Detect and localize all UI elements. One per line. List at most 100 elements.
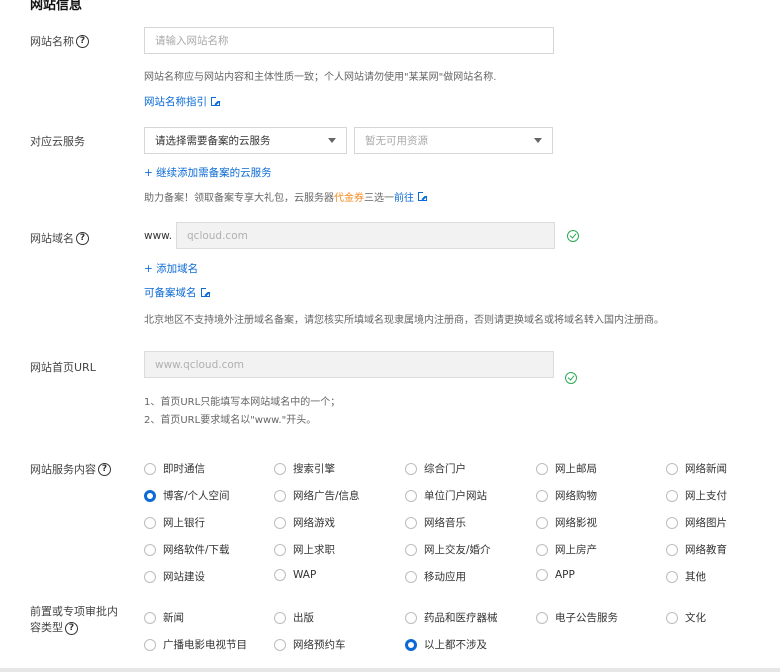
radio-option[interactable]: 单位门户网站	[405, 488, 487, 503]
radio-unchecked-icon[interactable]	[666, 570, 678, 583]
add-domain-link[interactable]: + 添加域名	[144, 261, 198, 276]
radio-option-label: 博客/个人空间	[163, 490, 230, 502]
check-circle-icon	[565, 372, 577, 384]
approval-label-line1: 前置或专项审批内	[30, 605, 118, 618]
homepage-input[interactable]: www.qcloud.com	[144, 351, 554, 378]
promo-highlight: 代金券	[334, 193, 364, 204]
radio-option-label: 网络新闻	[685, 463, 727, 475]
domain-input[interactable]: qcloud.com	[176, 222, 555, 249]
promo-line: 助力备案！领取备案专享大礼包，云服务器 代金券 三选一 前往	[144, 189, 428, 204]
radio-unchecked-icon[interactable]	[536, 543, 548, 556]
domain-input-value: qcloud.com	[187, 229, 248, 242]
radio-option-label: 综合门户	[424, 463, 466, 475]
radio-option-label: 以上都不涉及	[424, 639, 487, 651]
help-icon[interactable]: ?	[98, 462, 111, 476]
radio-unchecked-icon[interactable]	[274, 569, 286, 581]
domain-prefix: www.	[144, 230, 173, 242]
radio-option[interactable]: 文化	[666, 610, 706, 625]
radio-unchecked-icon[interactable]	[405, 570, 417, 583]
site-name-guide-link[interactable]: 网站名称指引	[144, 94, 221, 109]
radio-option[interactable]: APP	[536, 569, 575, 581]
external-link-icon[interactable]	[418, 191, 428, 201]
radio-option[interactable]: 搜索引擎	[274, 461, 335, 476]
cloud-service-select[interactable]: 请选择需要备案的云服务	[144, 127, 347, 154]
help-icon[interactable]: ?	[65, 621, 78, 635]
radio-unchecked-icon[interactable]	[536, 462, 548, 475]
radio-option[interactable]: 网上求职	[274, 542, 335, 557]
radio-option[interactable]: 网上银行	[144, 515, 205, 530]
promo-link[interactable]: 前往	[394, 189, 414, 204]
radio-option[interactable]: 广播电影电视节目	[144, 637, 247, 652]
radio-option[interactable]: 网络图片	[666, 515, 727, 530]
radio-unchecked-icon[interactable]	[536, 569, 548, 581]
radio-option[interactable]: 电子公告服务	[536, 610, 618, 625]
radio-option[interactable]: 网站建设	[144, 569, 205, 584]
site-name-placeholder: 请输入网站名称	[155, 35, 229, 47]
resource-select[interactable]: 暂无可用资源	[354, 127, 553, 154]
radio-unchecked-icon[interactable]	[144, 462, 156, 475]
radio-unchecked-icon[interactable]	[274, 611, 286, 624]
radio-unchecked-icon[interactable]	[144, 516, 156, 529]
help-icon[interactable]: ?	[76, 34, 89, 48]
radio-unchecked-icon[interactable]	[144, 543, 156, 556]
radio-unchecked-icon[interactable]	[274, 489, 286, 502]
radio-unchecked-icon[interactable]	[666, 543, 678, 556]
radio-unchecked-icon[interactable]	[274, 462, 286, 475]
radio-unchecked-icon[interactable]	[274, 638, 286, 651]
radio-option[interactable]: 网络影视	[536, 515, 597, 530]
radio-option[interactable]: 网上房产	[536, 542, 597, 557]
radio-option[interactable]: 新闻	[144, 610, 184, 625]
available-domains-text: 可备案域名	[144, 287, 197, 299]
help-icon[interactable]: ?	[76, 231, 89, 245]
radio-unchecked-icon[interactable]	[536, 611, 548, 624]
radio-option[interactable]: 网络购物	[536, 488, 597, 503]
available-domains-link[interactable]: 可备案域名	[144, 285, 211, 300]
site-name-hint: 网站名称应与网站内容和主体性质一致；个人网站请勿使用"某某网"做网站名称.	[144, 72, 497, 83]
radio-unchecked-icon[interactable]	[405, 516, 417, 529]
radio-option[interactable]: 网络游戏	[274, 515, 335, 530]
radio-option-label: 即时通信	[163, 463, 205, 475]
radio-unchecked-icon[interactable]	[666, 489, 678, 502]
radio-unchecked-icon[interactable]	[405, 462, 417, 475]
radio-unchecked-icon[interactable]	[274, 516, 286, 529]
radio-option[interactable]: 网络教育	[666, 542, 727, 557]
radio-option-label: 网络影视	[555, 517, 597, 529]
radio-unchecked-icon[interactable]	[274, 543, 286, 556]
radio-unchecked-icon[interactable]	[405, 611, 417, 624]
radio-option[interactable]: 网上支付	[666, 488, 727, 503]
radio-option[interactable]: 网络新闻	[666, 461, 727, 476]
radio-unchecked-icon[interactable]	[405, 543, 417, 556]
radio-unchecked-icon[interactable]	[144, 570, 156, 583]
site-name-input[interactable]: 请输入网站名称	[144, 27, 554, 54]
radio-option[interactable]: 出版	[274, 610, 314, 625]
radio-option[interactable]: 网络预约车	[274, 637, 346, 652]
radio-checked-icon[interactable]	[405, 638, 417, 651]
radio-unchecked-icon[interactable]	[666, 516, 678, 529]
site-name-guide-text: 网站名称指引	[144, 96, 207, 108]
radio-option[interactable]: 网络软件/下载	[144, 542, 230, 557]
radio-option[interactable]: 即时通信	[144, 461, 205, 476]
radio-unchecked-icon[interactable]	[666, 611, 678, 624]
radio-option-label: 网站建设	[163, 571, 205, 583]
radio-checked-icon[interactable]	[144, 489, 156, 502]
radio-option-label: 网络教育	[685, 544, 727, 556]
add-cloud-service-link[interactable]: + 继续添加需备案的云服务	[144, 165, 272, 180]
radio-option[interactable]: 网络广告/信息	[274, 488, 360, 503]
radio-option[interactable]: 其他	[666, 569, 706, 584]
radio-unchecked-icon[interactable]	[536, 516, 548, 529]
radio-option[interactable]: 网络音乐	[405, 515, 466, 530]
radio-unchecked-icon[interactable]	[144, 611, 156, 624]
radio-unchecked-icon[interactable]	[666, 462, 678, 475]
radio-unchecked-icon[interactable]	[536, 489, 548, 502]
radio-option[interactable]: 综合门户	[405, 461, 466, 476]
radio-option[interactable]: WAP	[274, 569, 316, 581]
radio-option[interactable]: 网上邮局	[536, 461, 597, 476]
radio-option[interactable]: 博客/个人空间	[144, 488, 230, 503]
radio-option[interactable]: 以上都不涉及	[405, 637, 487, 652]
radio-unchecked-icon[interactable]	[405, 489, 417, 502]
external-link-icon	[211, 96, 221, 106]
radio-option[interactable]: 移动应用	[405, 569, 466, 584]
radio-option[interactable]: 网上交友/婚介	[405, 542, 491, 557]
radio-option[interactable]: 药品和医疗器械	[405, 610, 498, 625]
radio-unchecked-icon[interactable]	[144, 638, 156, 651]
